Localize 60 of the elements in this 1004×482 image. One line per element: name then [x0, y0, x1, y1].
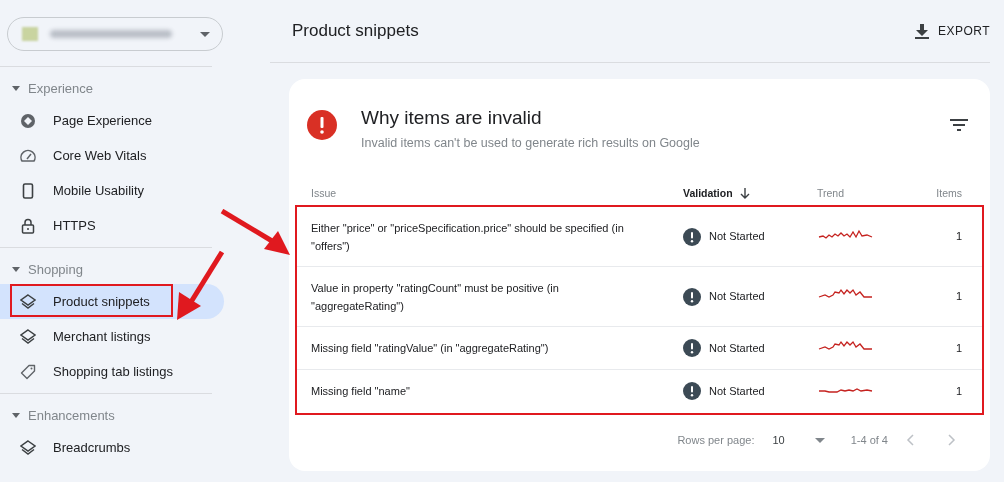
- sidebar-item[interactable]: Shopping tab listings: [0, 354, 224, 389]
- trend-sparkline: [817, 339, 874, 352]
- trend-sparkline: [817, 288, 874, 300]
- sidebar-item[interactable]: Product snippets: [0, 284, 224, 319]
- status-icon: [683, 287, 701, 306]
- sidebar-item[interactable]: Page Experience: [0, 103, 224, 138]
- lock-icon: [20, 217, 36, 234]
- tag-icon: [20, 363, 36, 380]
- section-header[interactable]: Shopping: [0, 254, 212, 284]
- trend-sparkline: [817, 228, 874, 240]
- column-header: Trend: [817, 187, 846, 199]
- phone-icon: [20, 182, 36, 199]
- page-range: 1-4 of 4: [850, 434, 888, 446]
- page-title: Product snippets: [292, 21, 419, 41]
- validation-status: Not Started: [709, 229, 765, 244]
- sidebar-item[interactable]: Core Web Vitals: [0, 138, 224, 173]
- items-count: 1: [955, 383, 962, 399]
- export-button[interactable]: EXPORT: [914, 23, 990, 39]
- issue-text: Missing field "ratingValue" (in "aggregateRating"): [311, 341, 550, 356]
- table-row[interactable]: Missing field "name" Not Started 1: [297, 370, 982, 412]
- next-page-icon[interactable]: [948, 434, 956, 446]
- validation-status: Not Started: [709, 383, 765, 399]
- caret-icon: [200, 31, 210, 37]
- table-row[interactable]: Value in property "ratingCount" must be positive (in "aggregateRating") Not Started 1: [297, 267, 982, 327]
- error-icon: [307, 110, 337, 140]
- column-header: Items: [936, 187, 962, 199]
- table-row[interactable]: Either "price" or "priceSpecification.price" should be specified (in "offers") Not Started 1: [297, 207, 982, 267]
- page-experience-icon: [20, 112, 36, 129]
- status-icon: [683, 382, 701, 400]
- gauge-icon: [20, 147, 36, 164]
- sidebar-item[interactable]: Breadcrumbs: [0, 430, 224, 465]
- issue-text: Either "price" or "priceSpecification.price" should be specified (in "offers"): [311, 220, 625, 254]
- sort-down-icon: [739, 187, 750, 199]
- layers-icon: [20, 328, 36, 345]
- issue-text: Value in property "ratingCount" must be positive (in "aggregateRating"): [311, 280, 560, 314]
- rows-per-page-select[interactable]: 10: [772, 434, 825, 446]
- column-header: Issue: [311, 187, 338, 199]
- items-count: 1: [955, 340, 962, 356]
- caret-icon: [814, 437, 825, 443]
- sidebar-item[interactable]: Merchant listings: [0, 319, 224, 354]
- status-icon: [683, 227, 701, 246]
- issue-text: Missing field "name": [311, 384, 411, 399]
- items-count: 1: [955, 289, 962, 304]
- card-subtitle: Invalid items can't be used to generate rich results on Google: [361, 136, 700, 150]
- filter-icon[interactable]: [950, 119, 968, 131]
- status-icon: [683, 339, 701, 357]
- validation-status: Not Started: [709, 340, 765, 356]
- column-header[interactable]: Validation: [683, 187, 817, 199]
- sidebar-item[interactable]: HTTPS: [0, 208, 224, 243]
- layers-icon: [20, 439, 36, 456]
- rows-per-page-label: Rows per page:: [677, 434, 755, 446]
- sidebar-item[interactable]: Mobile Usability: [0, 173, 224, 208]
- items-count: 1: [955, 229, 962, 244]
- table-row[interactable]: Missing field "ratingValue" (in "aggregateRating") Not Started 1: [297, 327, 982, 370]
- layers-icon: [20, 293, 36, 310]
- card-title: Why items are invalid: [361, 107, 543, 129]
- download-icon: [914, 23, 929, 39]
- validation-status: Not Started: [709, 289, 765, 304]
- previous-page-icon[interactable]: [906, 434, 914, 446]
- blurred-favicon: [22, 27, 38, 41]
